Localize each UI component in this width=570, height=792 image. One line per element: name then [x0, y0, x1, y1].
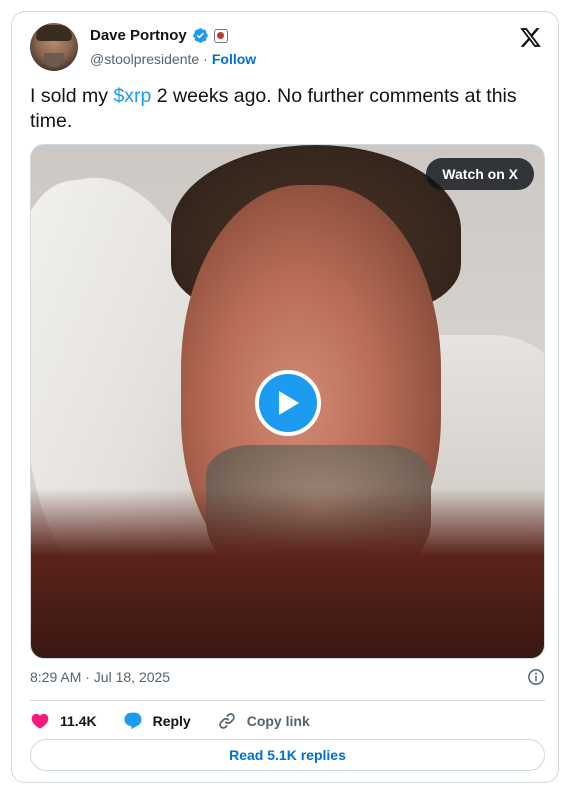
tweet-text: I sold my $xrp 2 weeks ago. No further c…	[30, 84, 542, 134]
like-count: 11.4K	[60, 713, 97, 729]
avatar-hair	[36, 25, 72, 41]
author-name-row: Dave Portnoy	[90, 27, 228, 44]
video-thumbnail[interactable]: Watch on X	[30, 144, 545, 659]
action-bar: 11.4K Reply Copy link	[30, 709, 336, 733]
timestamp-row: 8:29 AM · Jul 18, 2025	[30, 668, 545, 686]
like-button[interactable]: 11.4K	[30, 709, 97, 733]
avatar[interactable]	[30, 23, 78, 71]
play-button[interactable]	[255, 370, 321, 436]
avatar-beard	[44, 53, 64, 67]
verified-badge-icon	[192, 28, 208, 43]
author-handle[interactable]: @stoolpresidente	[90, 51, 199, 67]
tweet-card: Dave Portnoy @stoolpresidente · Follow I…	[11, 11, 559, 783]
author-name[interactable]: Dave Portnoy	[90, 27, 187, 44]
shoulders	[31, 488, 544, 658]
heart-icon	[31, 713, 49, 729]
timestamp[interactable]: 8:29 AM · Jul 18, 2025	[30, 669, 170, 685]
play-icon	[279, 391, 299, 415]
link-icon	[218, 713, 235, 729]
follow-button[interactable]: Follow	[212, 51, 256, 67]
info-icon[interactable]	[527, 668, 545, 686]
tweet-text-before: I sold my	[30, 85, 114, 107]
reply-label: Reply	[152, 713, 191, 729]
x-logo-icon[interactable]	[519, 26, 542, 49]
cashtag-link[interactable]: $xrp	[113, 85, 151, 107]
affiliate-badge-icon	[213, 28, 228, 43]
divider	[30, 700, 545, 701]
copy-link-label: Copy link	[246, 713, 310, 729]
author-handle-row: @stoolpresidente · Follow	[90, 51, 256, 67]
reply-bubble-icon	[124, 712, 142, 730]
handle-separator: ·	[203, 51, 208, 67]
watch-on-x-button[interactable]: Watch on X	[426, 158, 534, 190]
copy-link-button[interactable]: Copy link	[217, 709, 310, 733]
read-replies-button[interactable]: Read 5.1K replies	[30, 739, 545, 771]
reply-button[interactable]: Reply	[123, 709, 191, 733]
